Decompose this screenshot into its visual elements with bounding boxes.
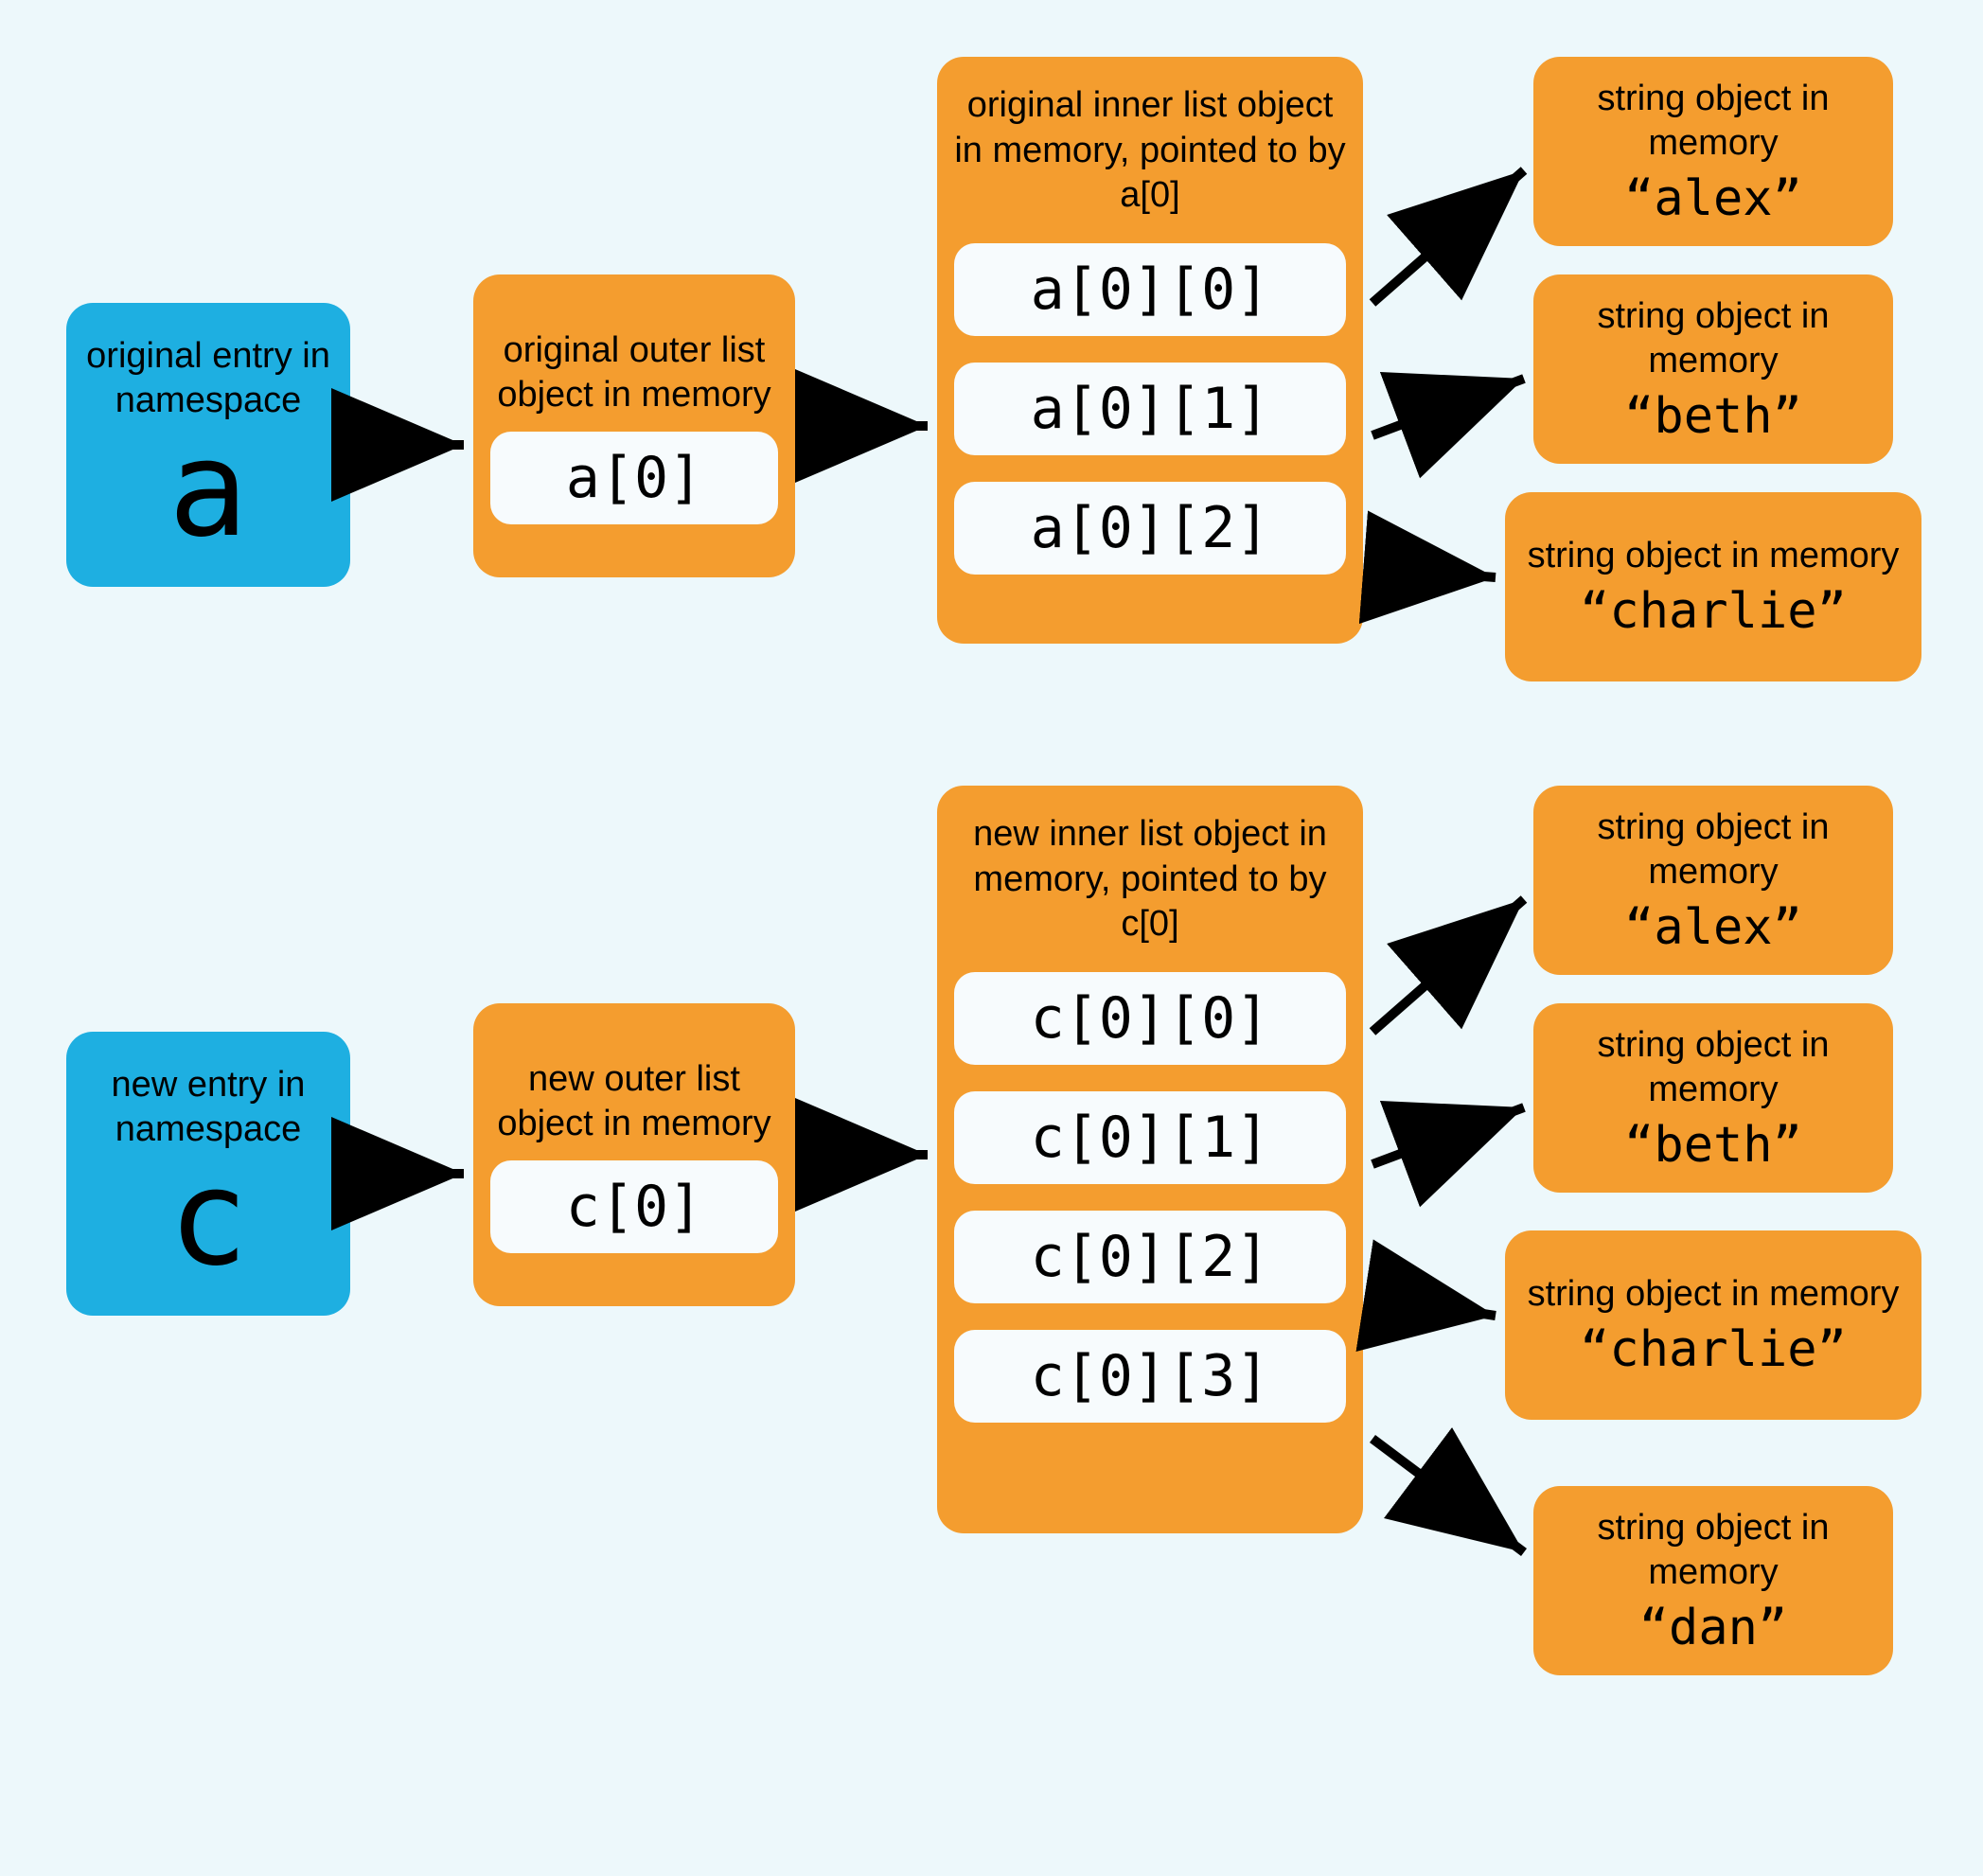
string-c-2-value: “charlie” [1580, 1321, 1847, 1378]
string-a-1-value: “beth” [1624, 388, 1802, 445]
outer-list-a-label: original outer list object in memory [490, 328, 778, 418]
string-c-0-label: string object in memory [1550, 805, 1876, 895]
string-a-2-label: string object in memory [1528, 534, 1900, 579]
outer-list-c-slot: c[0] [490, 1160, 778, 1253]
namespace-c-var: c [168, 1153, 248, 1285]
string-a-0: string object in memory “alex” [1533, 57, 1893, 246]
string-a-0-value: “alex” [1624, 170, 1802, 227]
string-c-2: string object in memory “charlie” [1505, 1230, 1921, 1420]
string-c-0-value: “alex” [1624, 899, 1802, 956]
namespace-c: new entry in namespace c [66, 1032, 350, 1316]
string-c-0: string object in memory “alex” [1533, 786, 1893, 975]
string-a-0-label: string object in memory [1550, 77, 1876, 167]
string-a-1: string object in memory “beth” [1533, 274, 1893, 464]
string-c-3: string object in memory “dan” [1533, 1486, 1893, 1675]
string-c-1: string object in memory “beth” [1533, 1003, 1893, 1193]
string-c-2-label: string object in memory [1528, 1272, 1900, 1318]
outer-list-c-label: new outer list object in memory [490, 1057, 778, 1147]
string-a-2: string object in memory “charlie” [1505, 492, 1921, 681]
namespace-a: original entry in namespace a [66, 303, 350, 587]
outer-list-a-slot: a[0] [490, 432, 778, 524]
inner-list-a-label: original inner list object in memory, po… [954, 83, 1346, 219]
inner-a-slot-0: a[0][0] [954, 243, 1346, 336]
inner-a-slot-2: a[0][2] [954, 482, 1346, 575]
string-a-2-value: “charlie” [1580, 583, 1847, 640]
string-c-1-label: string object in memory [1550, 1023, 1876, 1113]
outer-list-c: new outer list object in memory c[0] [473, 1003, 795, 1306]
namespace-a-label: original entry in namespace [83, 334, 333, 424]
inner-c-slot-2: c[0][2] [954, 1211, 1346, 1303]
outer-list-a: original outer list object in memory a[0… [473, 274, 795, 577]
namespace-a-var: a [168, 424, 248, 557]
string-c-3-value: “dan” [1639, 1600, 1788, 1656]
string-c-1-value: “beth” [1624, 1117, 1802, 1174]
string-a-1-label: string object in memory [1550, 294, 1876, 384]
namespace-c-label: new entry in namespace [83, 1063, 333, 1153]
inner-c-slot-3: c[0][3] [954, 1330, 1346, 1423]
inner-list-a: original inner list object in memory, po… [937, 57, 1363, 644]
inner-a-slot-1: a[0][1] [954, 363, 1346, 455]
inner-c-slot-1: c[0][1] [954, 1091, 1346, 1184]
inner-list-c-label: new inner list object in memory, pointed… [954, 812, 1346, 947]
inner-c-slot-0: c[0][0] [954, 972, 1346, 1065]
string-c-3-label: string object in memory [1550, 1506, 1876, 1596]
inner-list-c: new inner list object in memory, pointed… [937, 786, 1363, 1533]
